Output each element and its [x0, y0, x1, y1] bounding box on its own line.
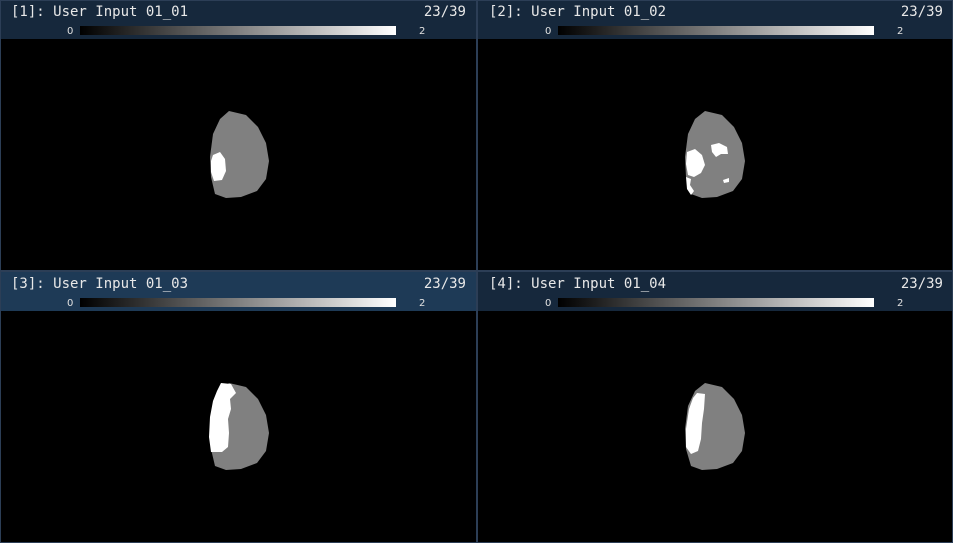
colorbar-max-label: 2: [897, 298, 904, 309]
viewport-header: [3]: User Input 01_03 23/39 0 2: [0, 272, 476, 311]
colorbar: [80, 298, 396, 307]
viewport-pane-2[interactable]: [2]: User Input 01_02 23/39 0 2: [478, 0, 953, 270]
segmentation-image: [685, 111, 745, 198]
viewer-grid: [1]: User Input 01_01 23/39 0 2 [2]: Use…: [0, 0, 953, 543]
segmentation-image: [685, 383, 745, 470]
colorbar-max-label: 2: [419, 26, 426, 37]
colorbar-min-label: 0: [67, 26, 74, 37]
segmentation-image: [210, 111, 269, 198]
viewport-pane-3[interactable]: [3]: User Input 01_03 23/39 0 2: [0, 272, 476, 543]
viewport-title: [3]: User Input 01_03: [11, 276, 189, 292]
colorbar: [558, 298, 874, 307]
viewport-header: [2]: User Input 01_02 23/39 0 2: [478, 0, 953, 39]
image-viewport[interactable]: [478, 311, 953, 543]
colorbar: [80, 26, 396, 35]
segmentation-image: [209, 383, 269, 470]
slice-counter: 23/39: [900, 4, 943, 20]
viewport-title: [2]: User Input 01_02: [489, 4, 667, 20]
viewport-title: [4]: User Input 01_04: [489, 276, 667, 292]
colorbar: [558, 26, 874, 35]
colorbar-max-label: 2: [897, 26, 904, 37]
slice-counter: 23/39: [900, 276, 943, 292]
colorbar-max-label: 2: [419, 298, 426, 309]
viewport-title: [1]: User Input 01_01: [11, 4, 189, 20]
viewport-pane-1[interactable]: [1]: User Input 01_01 23/39 0 2: [0, 0, 476, 270]
colorbar-min-label: 0: [67, 298, 74, 309]
viewport-pane-4[interactable]: [4]: User Input 01_04 23/39 0 2: [478, 272, 953, 543]
colorbar-min-label: 0: [545, 298, 552, 309]
slice-counter: 23/39: [423, 276, 466, 292]
viewport-header: [4]: User Input 01_04 23/39 0 2: [478, 272, 953, 311]
viewport-header: [1]: User Input 01_01 23/39 0 2: [0, 0, 476, 39]
image-viewport[interactable]: [478, 39, 953, 270]
pane-divider-horizontal[interactable]: [0, 270, 953, 272]
image-viewport[interactable]: [0, 311, 476, 543]
colorbar-min-label: 0: [545, 26, 552, 37]
slice-counter: 23/39: [423, 4, 466, 20]
image-viewport[interactable]: [0, 39, 476, 270]
